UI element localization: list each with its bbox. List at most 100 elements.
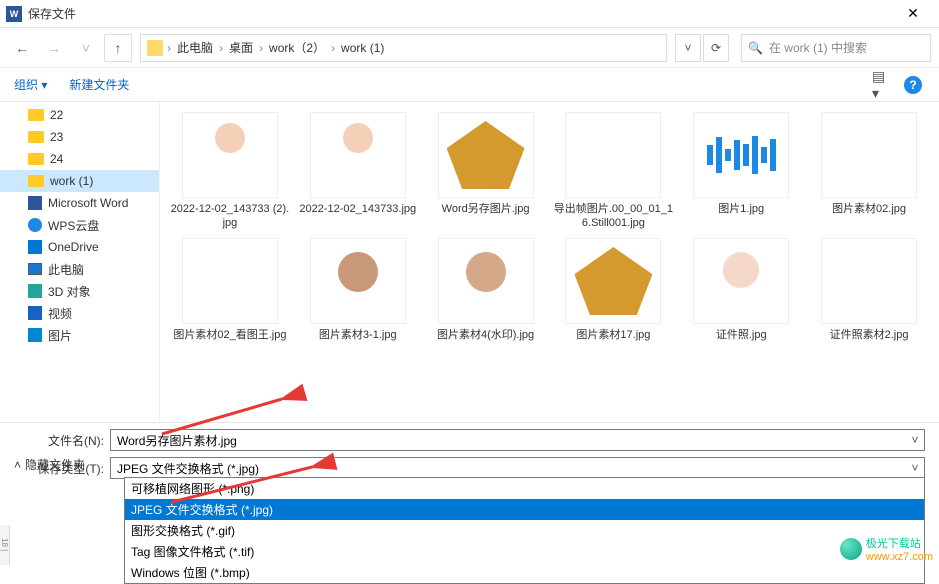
file-thumbnail [182,238,278,324]
pic-icon [28,328,42,342]
file-thumbnail [821,112,917,198]
folder-icon [147,40,163,56]
file-label: 2022-12-02_143733 (2).jpg [170,202,290,230]
close-button[interactable]: ✕ [893,5,933,22]
sidebar-item-label: Microsoft Word [48,196,128,210]
sidebar-item[interactable]: Microsoft Word [0,192,159,214]
file-label: 导出帧图片.00_00_01_16.Still001.jpg [553,202,673,230]
file-label: Word另存图片.jpg [442,202,530,216]
organize-button[interactable]: 组织 ▾ [14,76,47,93]
sidebar-item[interactable]: 22 [0,104,159,126]
filetype-select[interactable]: JPEG 文件交换格式 (*.jpg) ˅ [110,457,925,479]
file-item[interactable]: 图片素材02.jpg [805,112,933,230]
file-thumbnail [565,238,661,324]
file-thumbnail [693,112,789,198]
folder-icon [28,109,44,121]
sidebar-item-label: OneDrive [48,240,99,254]
filetype-option[interactable]: Tag 图像文件格式 (*.tif) [125,541,924,562]
filetype-option[interactable]: 图形交换格式 (*.gif) [125,520,924,541]
filename-dropdown-icon[interactable]: ˅ [906,430,924,450]
filetype-option[interactable]: Windows 位图 (*.bmp) [125,562,924,583]
file-label: 图片素材02_看图王.jpg [173,328,286,342]
sidebar-item[interactable]: 此电脑 [0,258,159,280]
file-thumbnail [821,238,917,324]
file-item[interactable]: 图片1.jpg [677,112,805,230]
forward-button[interactable]: → [40,34,68,62]
new-folder-button[interactable]: 新建文件夹 [69,76,129,93]
address-bar[interactable]: › 此电脑 › 桌面 › work（2） › work (1) [140,34,667,62]
file-item[interactable]: 导出帧图片.00_00_01_16.Still001.jpg [549,112,677,230]
window-title: 保存文件 [28,5,893,22]
help-button[interactable]: ? [901,73,925,97]
filetype-dropdown-icon[interactable]: ˅ [906,458,924,478]
sidebar-item[interactable]: 23 [0,126,159,148]
file-item[interactable]: 图片素材17.jpg [549,238,677,342]
folder-icon [28,153,44,165]
up-button[interactable]: ↑ [104,34,132,62]
file-item[interactable]: 图片素材4(水印).jpg [422,238,550,342]
watermark-logo-icon [840,538,862,560]
file-grid: 2022-12-02_143733 (2).jpg 2022-12-02_1437… [160,102,939,422]
pc-icon [28,263,42,275]
sidebar-item-label: 3D 对象 [48,283,91,300]
obj-icon [28,284,42,298]
sidebar: 22 23 24 work (1) Microsoft Word WPS云盘 OneDriv… [0,102,160,422]
watermark: 极光下载站 www.xz7.com [840,535,933,563]
sidebar-item[interactable]: 3D 对象 [0,280,159,302]
file-item[interactable]: 图片素材02_看图王.jpg [166,238,294,342]
breadcrumb-item[interactable]: work (1) [335,41,390,55]
file-thumbnail [438,112,534,198]
address-dropdown[interactable]: ˅ [675,34,701,62]
sidebar-item[interactable]: OneDrive [0,236,159,258]
filetype-option[interactable]: 可移植网络图形 (*.png) [125,478,924,499]
breadcrumb-item[interactable]: 此电脑 [171,39,219,56]
filename-input[interactable]: Word另存图片素材.jpg ˅ [110,429,925,451]
vid-icon [28,306,42,320]
recent-dropdown[interactable]: ˅ [72,34,100,62]
breadcrumb-item[interactable]: 桌面 [223,39,259,56]
file-label: 图片素材3-1.jpg [319,328,397,342]
search-input[interactable]: 🔍 在 work (1) 中搜索 [741,34,931,62]
file-item[interactable]: 2022-12-02_143733 (2).jpg [166,112,294,230]
filetype-option[interactable]: JPEG 文件交换格式 (*.jpg) [125,499,924,520]
filetype-value: JPEG 文件交换格式 (*.jpg) [117,460,259,477]
file-label: 图片1.jpg [718,202,764,216]
left-ruler: 18 | [0,525,10,565]
filename-label: 文件名(N): [14,432,110,449]
od-icon [28,240,42,254]
breadcrumb-item[interactable]: work（2） [263,39,331,56]
hide-folders-toggle[interactable]: ˄ 隐藏文件夹 [14,456,85,473]
sidebar-item[interactable]: 视频 [0,302,159,324]
sidebar-item[interactable]: work (1) [0,170,159,192]
sidebar-item[interactable]: 图片 [0,324,159,346]
back-button[interactable]: ← [8,34,36,62]
file-thumbnail [310,112,406,198]
file-thumbnail [693,238,789,324]
refresh-button[interactable]: ⟳ [703,34,729,62]
file-thumbnail [182,112,278,198]
file-item[interactable]: 证件照.jpg [677,238,805,342]
file-label: 图片素材17.jpg [576,328,650,342]
file-item[interactable]: 证件照素材2.jpg [805,238,933,342]
sidebar-item-label: 23 [50,130,63,144]
sidebar-item-label: 24 [50,152,63,166]
sidebar-item-label: work (1) [50,174,93,188]
file-thumbnail [310,238,406,324]
sidebar-item[interactable]: 24 [0,148,159,170]
view-mode-button[interactable]: ▤ ▾ [871,73,895,97]
word-app-icon: W [6,6,22,22]
file-item[interactable]: 图片素材3-1.jpg [294,238,422,342]
sidebar-item-label: 图片 [48,327,72,344]
file-label: 证件照素材2.jpg [830,328,909,342]
chevron-up-icon: ˄ [14,458,21,472]
word-icon [28,196,42,210]
file-item[interactable]: Word另存图片.jpg [422,112,550,230]
sidebar-item-label: 22 [50,108,63,122]
file-item[interactable]: 2022-12-02_143733.jpg [294,112,422,230]
folder-icon [28,175,44,187]
file-label: 图片素材4(水印).jpg [437,328,534,342]
file-label: 证件照.jpg [716,328,767,342]
sidebar-item[interactable]: WPS云盘 [0,214,159,236]
wps-icon [28,218,42,232]
file-label: 2022-12-02_143733.jpg [299,202,416,216]
